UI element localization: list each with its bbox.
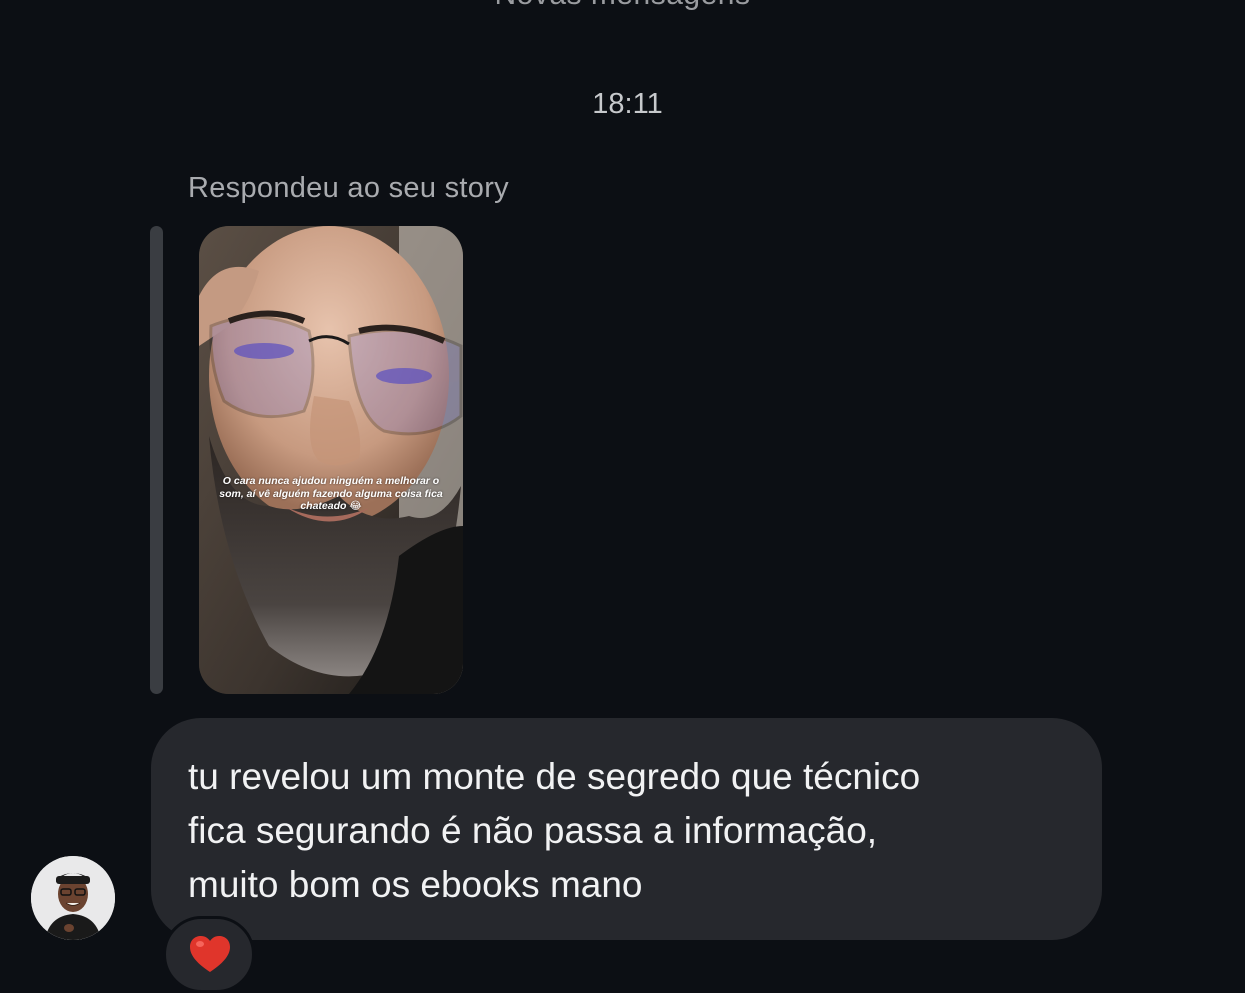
avatar-photo [31,856,115,940]
story-thumbnail[interactable]: O cara nunca ajudou ninguém a melhorar o… [199,226,463,694]
message-bubble[interactable]: tu revelou um monte de segredo que técni… [151,718,1102,940]
reaction-badge[interactable] [163,916,255,993]
story-photo [199,226,463,694]
reply-indicator-bar [150,226,163,694]
red-heart-icon [190,936,230,972]
message-text: tu revelou um monte de segredo que técni… [188,756,921,905]
chat-screen: Novas mensagens 18:11 Respondeu ao seu s… [0,0,1245,993]
sender-avatar[interactable] [31,856,115,940]
new-messages-divider: Novas mensagens [0,0,1245,12]
story-caption: O cara nunca ajudou ninguém a melhorar o… [219,475,443,512]
message-timestamp: 18:11 [592,88,663,120]
story-reply-label: Respondeu ao seu story [188,172,509,204]
